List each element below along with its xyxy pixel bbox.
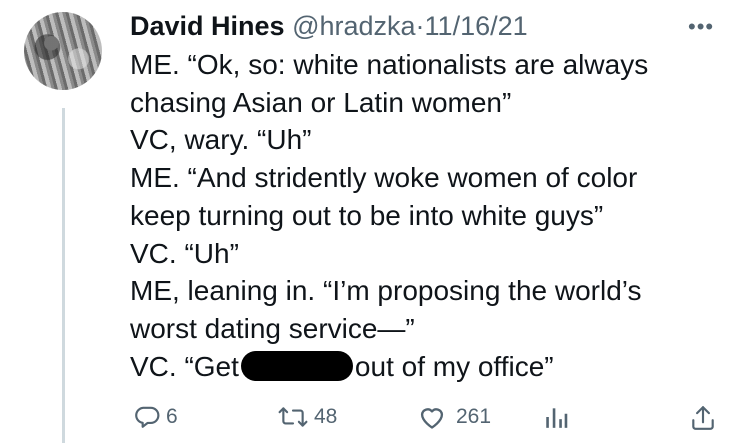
tweet-line: VC, wary. “Uh”: [130, 124, 312, 156]
tweet-line: worst dating service—”: [130, 312, 415, 344]
retweet-count: 48: [314, 405, 338, 428]
heart-icon: [420, 408, 444, 429]
thread-line: [62, 108, 65, 443]
tweet-line-last: VC. “Get out of my office”: [130, 348, 740, 386]
reply-count: 6: [166, 405, 178, 428]
retweet-button[interactable]: 48: [278, 404, 337, 430]
reply-button[interactable]: 6: [134, 404, 178, 430]
action-bar: 6 48 261: [130, 404, 730, 438]
like-count: 261: [456, 405, 492, 428]
tweet-line: ME, leaning in. “I’m proposing the world…: [130, 275, 642, 307]
tweet-header: David Hines @hradzka·11/16/21: [130, 8, 528, 44]
more-options-icon[interactable]: •••: [688, 14, 714, 40]
author-handle[interactable]: @hradzka: [292, 11, 415, 41]
tweet-line-after-redaction: out of my office”: [354, 350, 554, 382]
tweet-line: keep turning out to be into white guys”: [130, 199, 604, 231]
redaction-bar: [240, 350, 353, 381]
tweet-line: ME. “And stridently woke women of color: [130, 162, 638, 194]
analytics-icon: [546, 408, 568, 428]
tweet-line: ME. “Ok, so: white nationalists are alwa…: [130, 49, 649, 80]
tweet-text: ME. “Ok, so: white nationalists are alwa…: [130, 46, 740, 385]
author-name[interactable]: David Hines: [130, 11, 285, 41]
tweet-line: chasing Asian or Latin women”: [130, 86, 512, 118]
avatar[interactable]: [24, 12, 102, 90]
separator-dot: ·: [415, 11, 425, 41]
share-icon: [692, 406, 714, 430]
share-button[interactable]: [690, 404, 716, 432]
tweet-line: VC. “Uh”: [130, 237, 239, 269]
views-button[interactable]: [544, 404, 568, 430]
tweet-date[interactable]: 11/16/21: [425, 11, 528, 41]
reply-icon: [135, 406, 160, 428]
like-button[interactable]: 261: [418, 404, 491, 430]
tweet-line-before-redaction: VC. “Get: [130, 350, 239, 382]
retweet-icon: [278, 407, 308, 427]
